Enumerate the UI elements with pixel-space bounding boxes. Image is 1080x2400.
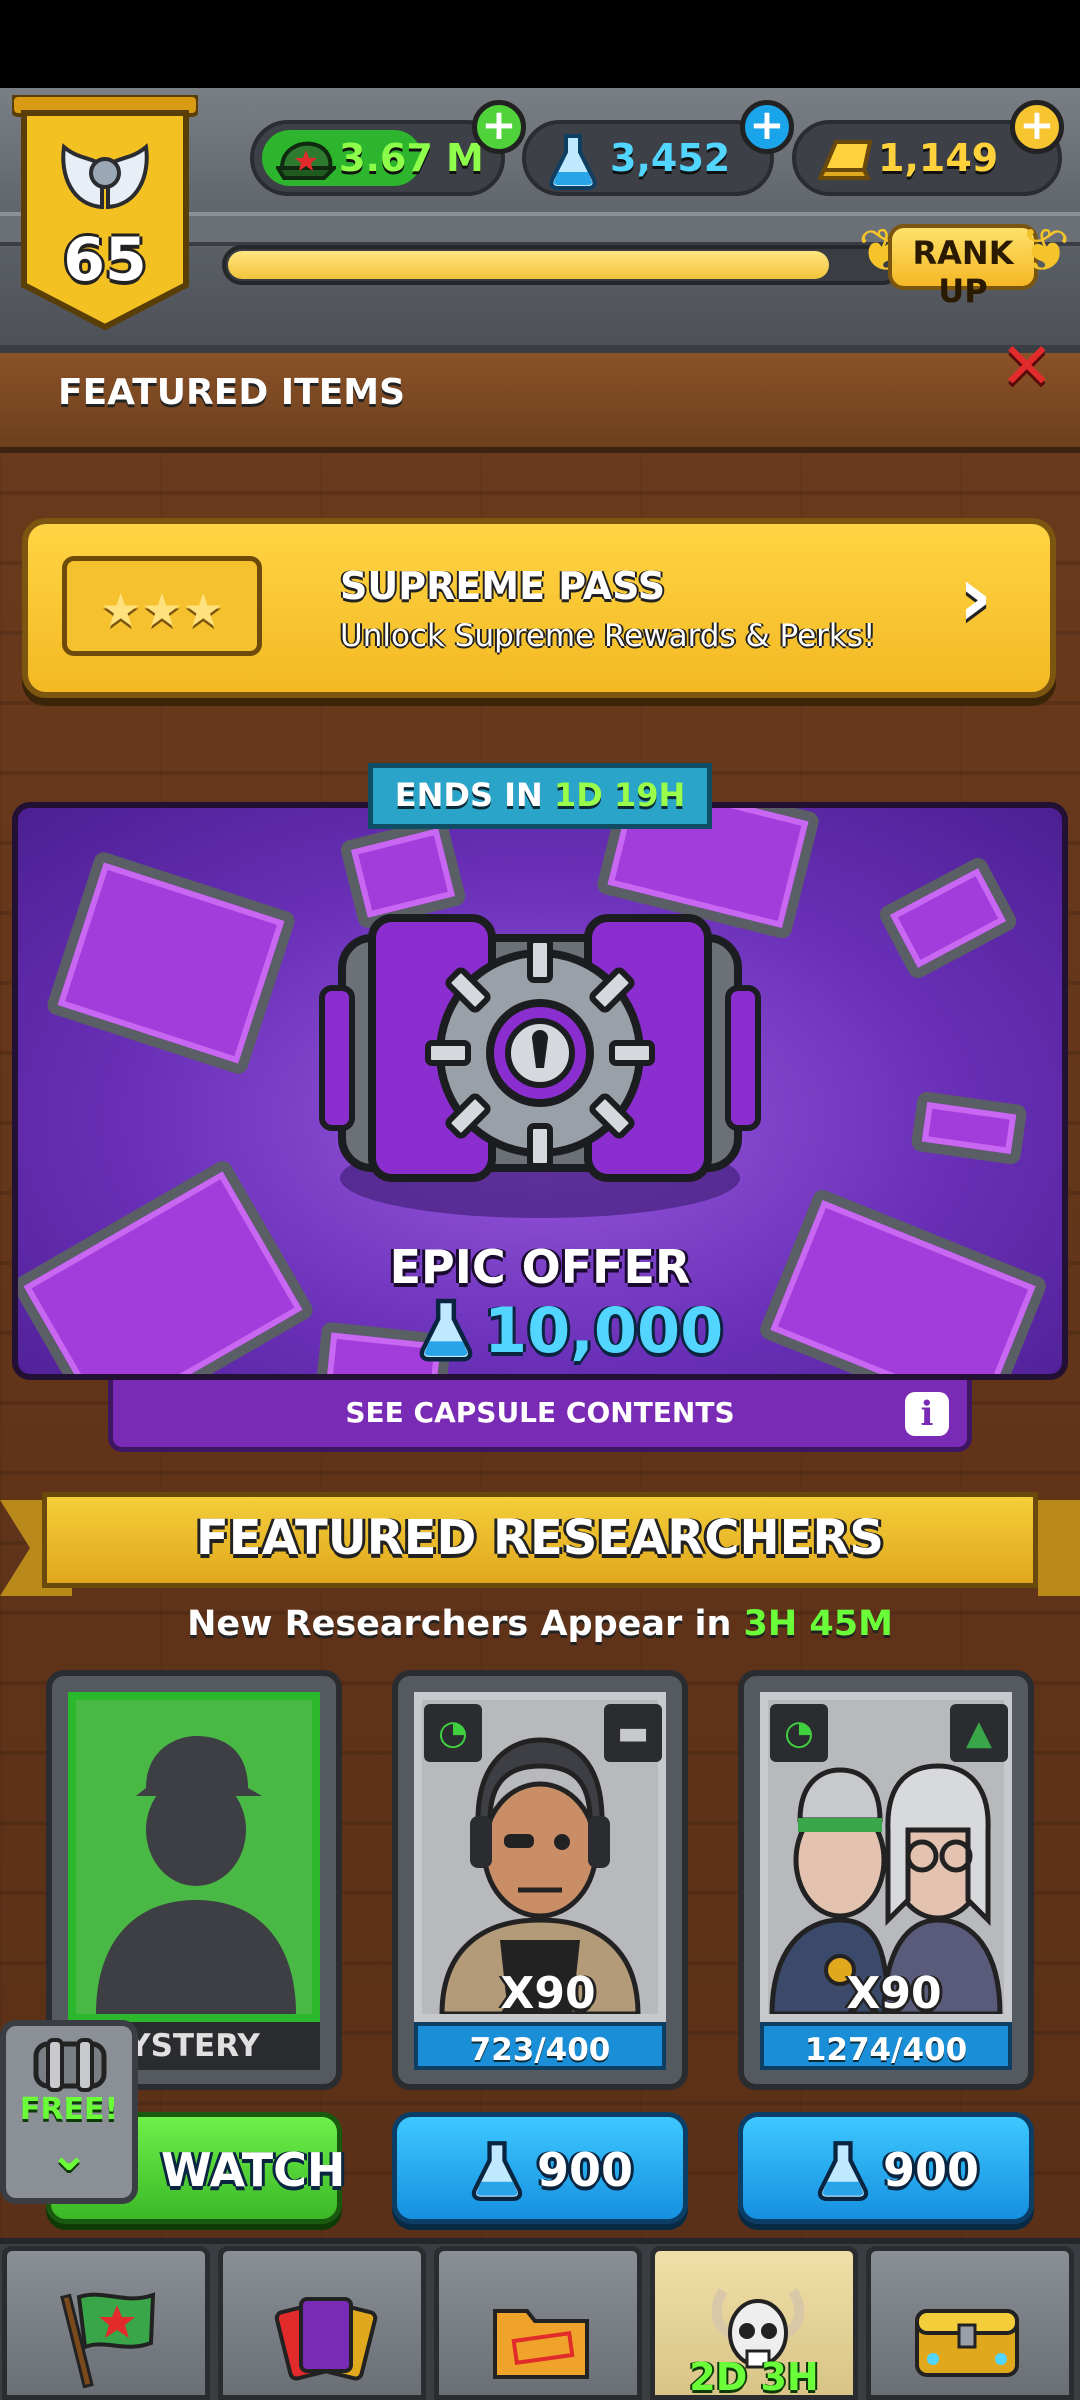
free-reward-badge[interactable]: FREE! ⌄ — [0, 2020, 138, 2204]
capsule-contents-label: SEE CAPSULE CONTENTS — [345, 1396, 735, 1429]
ends-days: 1D — [553, 776, 603, 814]
army-cap-icon — [276, 141, 336, 180]
close-button[interactable]: ✕ — [1000, 335, 1054, 399]
decor-card — [44, 849, 298, 1077]
epic-offer-price: 10,000 — [484, 1294, 724, 1367]
chevron-down-icon: ⌄ — [48, 2126, 90, 2182]
speed-gauge-icon: ◔ — [770, 1704, 828, 1762]
info-icon[interactable]: i — [905, 1392, 949, 1436]
gold-bar-icon — [818, 140, 873, 180]
flask-icon — [471, 2141, 523, 2201]
buy-researcher-button[interactable]: 900 — [392, 2112, 688, 2224]
decor-card — [910, 1090, 1028, 1166]
cards-icon — [274, 2297, 378, 2381]
ends-hours: 19H — [613, 776, 686, 814]
refresh-prefix: New Researchers Appear in — [187, 1604, 732, 1644]
secret-folder-icon — [493, 2309, 589, 2379]
epic-offer-title: EPIC OFFER — [389, 1240, 691, 1294]
ends-in-label: ENDS IN — [394, 776, 543, 814]
nav-tab-battle[interactable] — [2, 2246, 210, 2400]
researchers-refresh-text: New Researchers Appear in 3H 45M — [0, 1604, 1080, 1644]
add-flasks-button[interactable]: + — [740, 100, 794, 154]
buy-price: 900 — [883, 2143, 980, 2197]
stars-icon: ★★★ — [100, 583, 224, 637]
mystery-portrait — [68, 1692, 320, 2022]
refresh-time: 3H 45M — [743, 1604, 893, 1644]
researcher-progress: 723/400 — [414, 2022, 666, 2070]
flask-counter[interactable]: 3,452 + — [522, 100, 794, 196]
featured-researchers-title: FEATURED RESEARCHERS — [196, 1510, 884, 1566]
flask-icon — [549, 134, 597, 190]
add-gold-button[interactable]: + — [1010, 100, 1064, 154]
rank-banner-shape — [12, 95, 198, 331]
supreme-pass-subtitle: Unlock Supreme Rewards & Perks! — [340, 618, 876, 654]
nav-tab-shop[interactable]: 2D 3H — [650, 2246, 858, 2400]
cash-value: 3.67 M — [339, 136, 484, 180]
nav-tab-cards[interactable] — [218, 2246, 426, 2400]
chevron-right-icon: › — [958, 547, 993, 645]
see-capsule-contents-button[interactable]: SEE CAPSULE CONTENTS i — [108, 1380, 972, 1452]
capsule-small-icon — [33, 2038, 107, 2092]
supreme-pass-title: SUPREME PASS — [340, 564, 666, 608]
rank-up-button[interactable]: ❦ RANK UP ❦ — [858, 210, 1071, 310]
flask-icon — [419, 1298, 473, 1362]
buy-researcher-button[interactable]: 900 — [738, 2112, 1034, 2224]
laurel-right-icon: ❦ — [1020, 216, 1071, 286]
shop-timer: 2D 3H — [689, 2355, 819, 2399]
researcher-card[interactable]: X90 ◔ ▬ 723/400 — [392, 1670, 688, 2090]
rank-progress-fill — [228, 251, 829, 279]
rank-level: 65 — [63, 225, 147, 295]
decor-card — [876, 854, 1020, 982]
researcher-progress-text: 1274/400 — [804, 2032, 968, 2068]
buy-price: 900 — [537, 2143, 634, 2197]
rank-banner[interactable]: 65 — [12, 95, 198, 335]
rank-progress-bar — [222, 245, 902, 285]
gold-counter[interactable]: 1,149 + — [792, 100, 1064, 196]
researcher-multiplier: X90 — [500, 1968, 596, 2019]
status-bar — [0, 0, 1080, 88]
flask-icon — [817, 2141, 869, 2201]
offer-timer-ribbon: ENDS IN 1D 19H — [368, 763, 712, 829]
silhouette-icon — [96, 1736, 296, 2014]
rank-up-label: RANK UP — [912, 234, 1014, 310]
pass-ticket-icon: ★★★ — [62, 556, 262, 656]
capsule-chest-icon — [319, 914, 761, 1218]
free-label: FREE! — [19, 2092, 119, 2127]
gold-value: 1,149 — [878, 136, 999, 180]
researcher-multiplier: X90 — [846, 1968, 942, 2019]
add-cash-button[interactable]: + — [472, 100, 526, 154]
speed-gauge-icon: ◔ — [424, 1704, 482, 1762]
flag-icon — [60, 2292, 156, 2389]
researcher-progress: 1274/400 — [760, 2022, 1012, 2070]
cash-counter[interactable]: 3.67 M + — [250, 100, 526, 196]
researcher-card[interactable]: X90 ◔ ▲ 1274/400 — [738, 1670, 1034, 2090]
supreme-pass-card[interactable]: ★★★ SUPREME PASS Unlock Supreme Rewards … — [22, 518, 1056, 698]
offer-timer-text: ENDS IN 1D 19H — [373, 776, 707, 814]
treasure-chest-icon — [915, 2309, 1019, 2377]
tent-icon: ▲ — [950, 1704, 1008, 1762]
watch-label: WATCH — [161, 2143, 346, 2197]
tank-icon: ▬ — [604, 1704, 662, 1762]
nav-tab-files[interactable] — [434, 2246, 642, 2400]
flask-value: 3,452 — [610, 136, 731, 180]
nav-tab-treasure[interactable] — [866, 2246, 1074, 2400]
featured-items-title: FEATURED ITEMS — [58, 372, 406, 413]
researcher-progress-text: 723/400 — [469, 2032, 611, 2068]
